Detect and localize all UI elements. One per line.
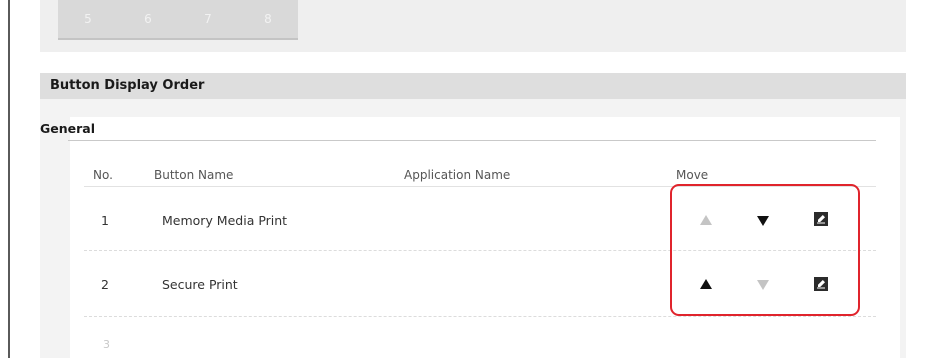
page-tab-5[interactable]: 5 [58, 12, 118, 26]
column-header-button-name: Button Name [154, 168, 234, 182]
column-header-move: Move [676, 168, 709, 182]
page-number-tabs: 5 6 7 8 [58, 0, 298, 40]
row-button-name: Secure Print [162, 277, 238, 292]
section-title: Button Display Order [50, 78, 205, 93]
row-button-name: Memory Media Print [162, 213, 288, 228]
column-header-no: No. [93, 168, 113, 182]
page-tab-7[interactable]: 7 [178, 12, 238, 26]
column-header-application-name: Application Name [404, 168, 511, 182]
group-title: General [40, 121, 95, 136]
row-number: 2 [101, 277, 109, 292]
section-header: Button Display Order [40, 73, 906, 99]
row-divider [84, 316, 876, 317]
row-number: 1 [101, 213, 109, 228]
left-border-bar [8, 0, 10, 358]
page-tab-6[interactable]: 6 [118, 12, 178, 26]
row-number: 3 [103, 338, 110, 351]
move-controls-highlight [670, 184, 860, 316]
group-divider [68, 140, 876, 141]
page-tab-8[interactable]: 8 [238, 12, 298, 26]
